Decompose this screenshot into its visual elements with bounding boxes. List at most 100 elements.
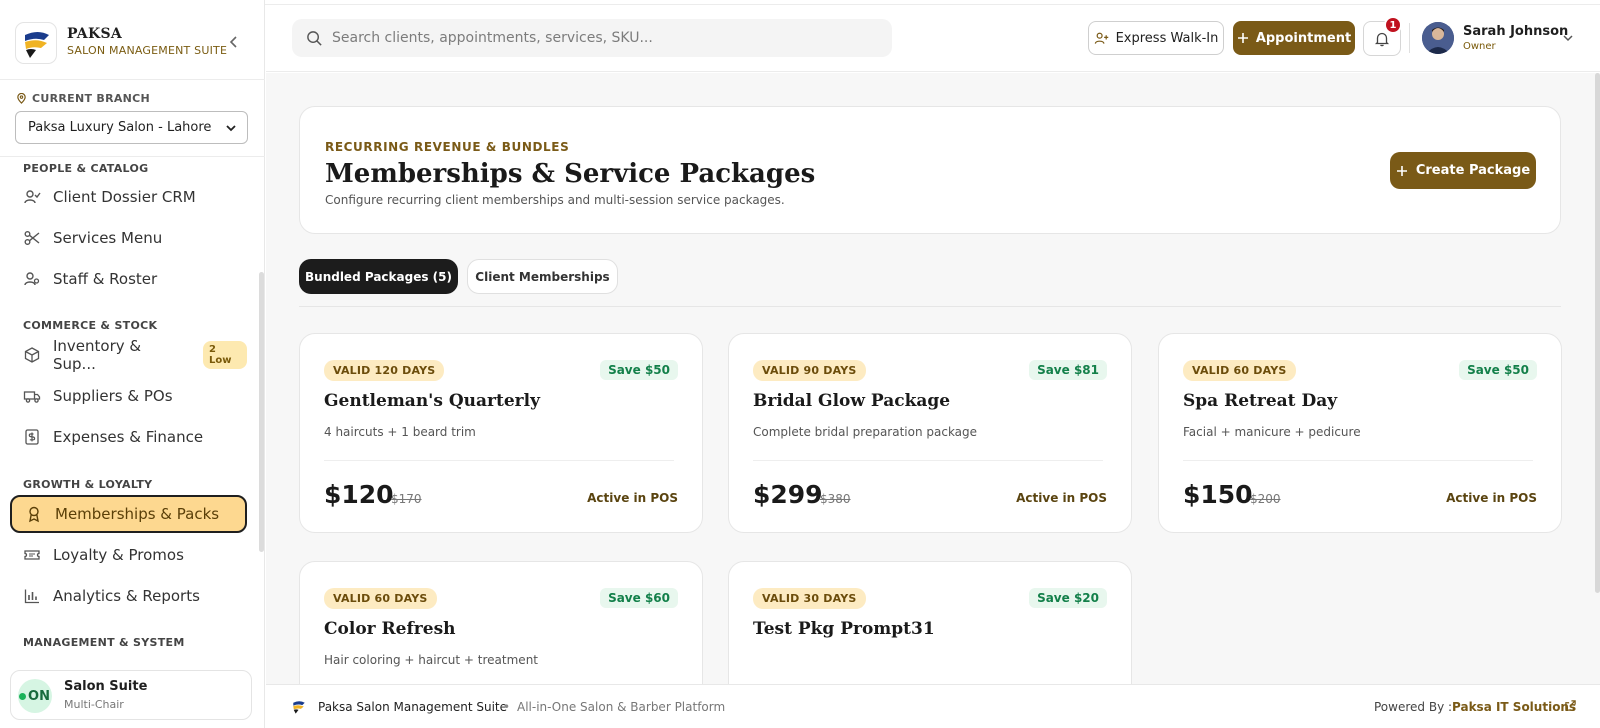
tab-bundled-packages[interactable]: Bundled Packages (5) [299, 259, 458, 294]
savings-badge: Save $81 [1029, 360, 1107, 380]
current-branch-label: CURRENT BRANCH [16, 92, 150, 105]
package-price: $299 [753, 480, 823, 509]
user-check-icon [24, 190, 41, 204]
plan-subtitle: Multi-Chair [64, 698, 124, 711]
original-price: $200 [1250, 492, 1281, 506]
package-name: Gentleman's Quarterly [324, 391, 540, 411]
savings-badge: Save $50 [1459, 360, 1537, 380]
truck-icon [23, 391, 41, 403]
footer-tagline: All-in-One Salon & Barber Platform [517, 700, 726, 714]
package-name: Bridal Glow Package [753, 391, 951, 411]
status-dot-icon [19, 693, 26, 700]
package-card[interactable]: VALID 120 DAYS Save $50 Gentleman's Quar… [299, 333, 703, 533]
sidebar-item-analytics[interactable]: Analytics & Reports [10, 577, 247, 615]
pos-status: Active in POS [1446, 491, 1537, 505]
paksa-logo-icon [293, 701, 305, 714]
express-walkin-button[interactable]: Express Walk-In [1088, 21, 1224, 55]
topbar: Express Walk-In Appointment 1 Sarah John… [266, 5, 1600, 72]
paksa-logo-icon[interactable] [15, 22, 57, 64]
package-icon [24, 347, 40, 363]
plus-icon [1396, 165, 1407, 176]
external-link-icon[interactable] [1564, 699, 1577, 712]
package-card[interactable]: VALID 90 DAYS Save $81 Bridal Glow Packa… [728, 333, 1132, 533]
express-walkin-label: Express Walk-In [1115, 30, 1219, 46]
plan-title: Salon Suite [64, 679, 148, 694]
page-scrollbar[interactable] [1595, 73, 1600, 593]
sidebar-item-staff-roster[interactable]: Staff & Roster [10, 260, 247, 298]
sidebar-item-label: Loyalty & Promos [53, 546, 184, 564]
sidebar-item-label: Analytics & Reports [53, 587, 200, 605]
tab-client-memberships[interactable]: Client Memberships [467, 259, 618, 294]
brand-subtitle: SALON MANAGEMENT SUITE [67, 44, 228, 57]
divider [1409, 23, 1410, 53]
low-stock-badge: 2 Low [202, 341, 247, 369]
search-box[interactable] [292, 19, 892, 57]
sidebar-item-label: Memberships & Packs [55, 505, 220, 523]
new-appointment-button[interactable]: Appointment [1233, 21, 1355, 55]
ticket-icon [24, 550, 40, 560]
plus-icon [1237, 33, 1248, 43]
sidebar-item-expenses[interactable]: Expenses & Finance [10, 418, 247, 456]
chevron-down-icon[interactable] [1562, 32, 1574, 44]
branch-select[interactable]: Paksa Luxury Salon - Lahore [15, 111, 248, 144]
section-commerce-stock: COMMERCE & STOCK [23, 319, 158, 332]
page-kicker: RECURRING REVENUE & BUNDLES [325, 140, 570, 154]
sidebar-item-inventory[interactable]: Inventory & Sup... 2 Low [10, 336, 247, 374]
package-card[interactable]: VALID 60 DAYS Save $50 Spa Retreat Day F… [1158, 333, 1562, 533]
receipt-icon [25, 429, 39, 445]
validity-badge: VALID 60 DAYS [324, 588, 437, 609]
search-icon [307, 31, 322, 46]
page-header-card: RECURRING REVENUE & BUNDLES Memberships … [299, 106, 1561, 234]
divider [0, 156, 265, 157]
section-management-system: MANAGEMENT & SYSTEM [23, 636, 185, 649]
sidebar-item-memberships[interactable]: Memberships & Packs [10, 495, 247, 533]
pos-status: Active in POS [1016, 491, 1107, 505]
sidebar-item-loyalty-promos[interactable]: Loyalty & Promos [10, 536, 247, 574]
package-description: Complete bridal preparation package [753, 425, 978, 439]
notification-count-badge: 1 [1384, 16, 1402, 34]
package-card[interactable]: VALID 60 DAYS Save $60 Color Refresh Hai… [299, 561, 703, 684]
current-branch-text: CURRENT BRANCH [32, 92, 151, 105]
sidebar-item-suppliers[interactable]: Suppliers & POs [10, 377, 247, 415]
bell-icon [1374, 32, 1390, 46]
appointment-label: Appointment [1255, 30, 1352, 46]
sidebar-item-client-dossier[interactable]: Client Dossier CRM [10, 178, 247, 216]
divider [753, 460, 1103, 461]
sidebar-nav: PEOPLE & CATALOG Client Dossier CRM Serv… [0, 158, 258, 658]
tabs-divider [299, 306, 1561, 307]
original-price: $380 [820, 492, 851, 506]
package-name: Spa Retreat Day [1183, 391, 1338, 411]
main-content: RECURRING REVENUE & BUNDLES Memberships … [266, 73, 1600, 684]
validity-badge: VALID 90 DAYS [753, 360, 866, 381]
bar-chart-icon [24, 589, 39, 604]
brand-header: PAKSA SALON MANAGEMENT SUITE [0, 4, 265, 80]
page-footer: Paksa Salon Management Suite • All-in-On… [266, 684, 1600, 728]
company-link[interactable]: Paksa IT Solutions [1452, 700, 1576, 714]
sidebar-item-services-menu[interactable]: Services Menu [10, 219, 247, 257]
create-package-label: Create Package [1415, 163, 1531, 178]
package-name: Test Pkg Prompt31 [753, 619, 935, 639]
package-description: Hair coloring + haircut + treatment [324, 653, 539, 667]
package-description: Facial + manicure + pedicure [1183, 425, 1361, 439]
package-price: $150 [1183, 480, 1253, 509]
map-pin-icon [17, 93, 26, 104]
users-icon [24, 272, 40, 286]
footer-separator: • [503, 700, 511, 714]
brand-name: PAKSA [67, 26, 123, 42]
user-role: Owner [1463, 41, 1496, 52]
search-input[interactable] [332, 19, 882, 57]
chevron-down-icon [226, 125, 236, 132]
collapse-sidebar-icon[interactable] [226, 34, 242, 50]
savings-badge: Save $50 [600, 360, 678, 380]
sidebar-scrollbar[interactable] [259, 272, 264, 552]
divider [324, 460, 674, 461]
user-avatar[interactable] [1422, 22, 1454, 54]
sidebar-item-label: Client Dossier CRM [53, 188, 196, 206]
user-plus-icon [1094, 32, 1108, 44]
sidebar-item-label: Suppliers & POs [53, 387, 173, 405]
package-card[interactable]: VALID 30 DAYS Save $20 Test Pkg Prompt31 [728, 561, 1132, 684]
sidebar-item-label: Inventory & Sup... [53, 337, 142, 373]
create-package-button[interactable]: Create Package [1390, 152, 1536, 189]
plan-card[interactable]: ON Salon Suite Multi-Chair [10, 670, 252, 720]
validity-badge: VALID 60 DAYS [1183, 360, 1296, 381]
